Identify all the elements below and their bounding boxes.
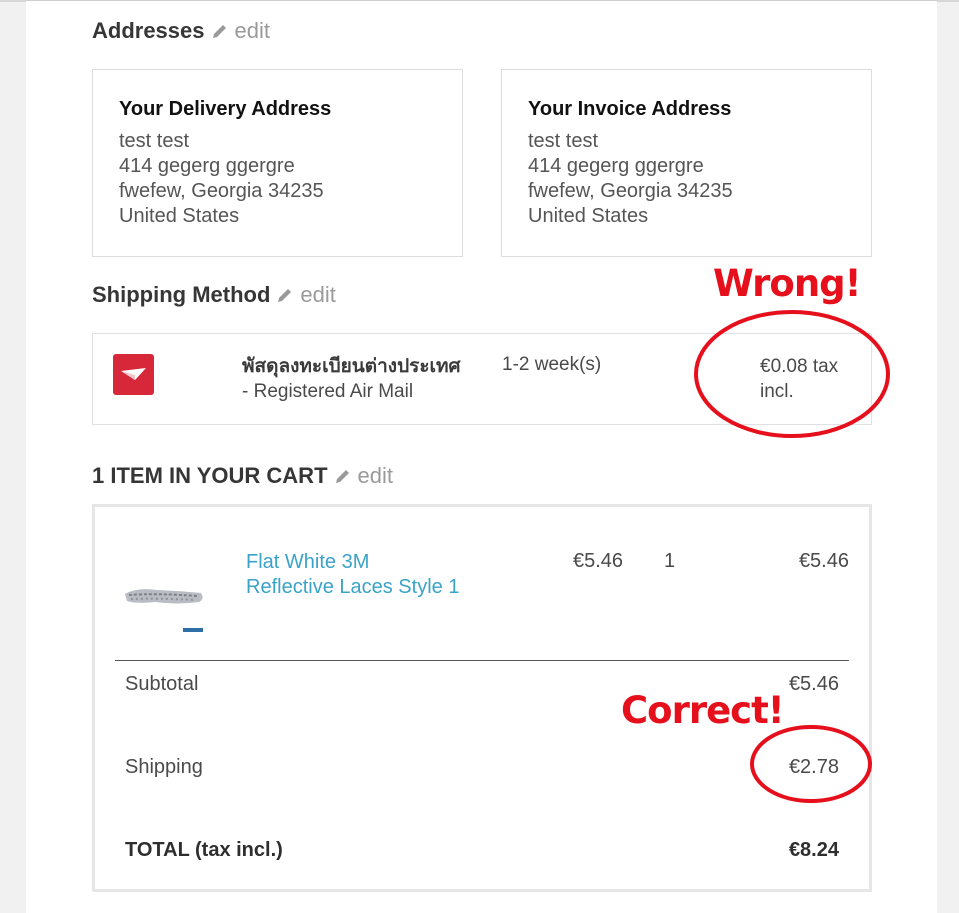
delivery-address-line: 414 gegerg ggergre — [119, 155, 295, 177]
delivery-address-box: Your Delivery Address test test 414 gege… — [92, 69, 463, 257]
cart-divider — [115, 660, 849, 661]
carrier-price-line2: incl. — [760, 381, 794, 402]
pencil-icon — [212, 23, 227, 38]
total-value: €8.24 — [788, 839, 839, 861]
carrier-name: พัสดุลงทะเบียนต่างประเทศ - Registered Ai… — [242, 354, 482, 404]
shipping-method-title: Shipping Method edit — [92, 282, 336, 308]
delivery-address-line: fwefew, Georgia 34235 — [119, 180, 324, 202]
cart-edit-label: edit — [357, 463, 393, 488]
total-label: TOTAL (tax incl.) — [125, 839, 283, 861]
shipping-method-edit-label: edit — [300, 282, 336, 307]
product-unit-price: €5.46 — [573, 550, 624, 572]
cart-edit-link[interactable]: edit — [334, 463, 393, 489]
shipping-label: Shipping — [125, 756, 203, 778]
addresses-edit-label: edit — [234, 18, 270, 43]
carrier-delay: 1-2 week(s) — [502, 354, 602, 375]
product-total-price: €5.46 — [798, 550, 849, 572]
delivery-address-line: United States — [119, 205, 240, 227]
addresses-edit-link[interactable]: edit — [211, 18, 270, 44]
product-image-graphic — [117, 547, 212, 642]
cart-title-text: 1 ITEM IN YOUR CART — [92, 463, 328, 488]
invoice-address-box: Your Invoice Address test test 414 geger… — [501, 69, 872, 257]
pencil-icon — [278, 289, 292, 302]
cart-title: 1 ITEM IN YOUR CART edit — [92, 463, 393, 489]
carrier-logo-icon — [113, 354, 154, 395]
invoice-address-line: test test — [528, 130, 599, 152]
delivery-address-line: test test — [119, 130, 190, 152]
product-image[interactable] — [117, 547, 212, 642]
invoice-address-line: United States — [528, 205, 649, 227]
invoice-address-heading: Your Invoice Address — [528, 98, 732, 120]
carrier-price-line1: €0.08 tax — [760, 356, 839, 377]
invoice-address-line: fwefew, Georgia 34235 — [528, 180, 733, 202]
wrong-annotation-text: Wrong! — [713, 262, 862, 305]
product-name-link[interactable]: Flat White 3M Reflective Laces Style 1 — [246, 550, 486, 600]
shipping-method-option[interactable]: พัสดุลงทะเบียนต่างประเทศ - Registered Ai… — [92, 333, 872, 425]
shipping-method-title-text: Shipping Method — [92, 282, 271, 307]
product-name-line1: Flat White 3M — [246, 551, 370, 573]
shipping-method-edit-link[interactable]: edit — [276, 282, 336, 308]
subtotal-value: €5.46 — [788, 673, 839, 695]
invoice-address-line: 414 gegerg ggergre — [528, 155, 704, 177]
addresses-title: Addresses edit — [92, 18, 270, 44]
correct-annotation-text: Correct! — [621, 689, 785, 732]
delivery-address-heading: Your Delivery Address — [119, 98, 332, 120]
carrier-name-thai: พัสดุลงทะเบียนต่างประเทศ — [242, 356, 461, 377]
subtotal-label: Subtotal — [125, 673, 199, 695]
carrier-logo-glyph — [121, 368, 146, 380]
addresses-title-text: Addresses — [92, 18, 205, 43]
pencil-icon — [335, 470, 349, 483]
product-name-line2: Reflective Laces Style 1 — [246, 576, 460, 598]
shipping-value: €2.78 — [788, 756, 839, 778]
product-quantity: 1 — [664, 550, 676, 572]
carrier-name-en: - Registered Air Mail — [242, 381, 414, 402]
carrier-price: €0.08 tax incl. — [760, 354, 860, 404]
